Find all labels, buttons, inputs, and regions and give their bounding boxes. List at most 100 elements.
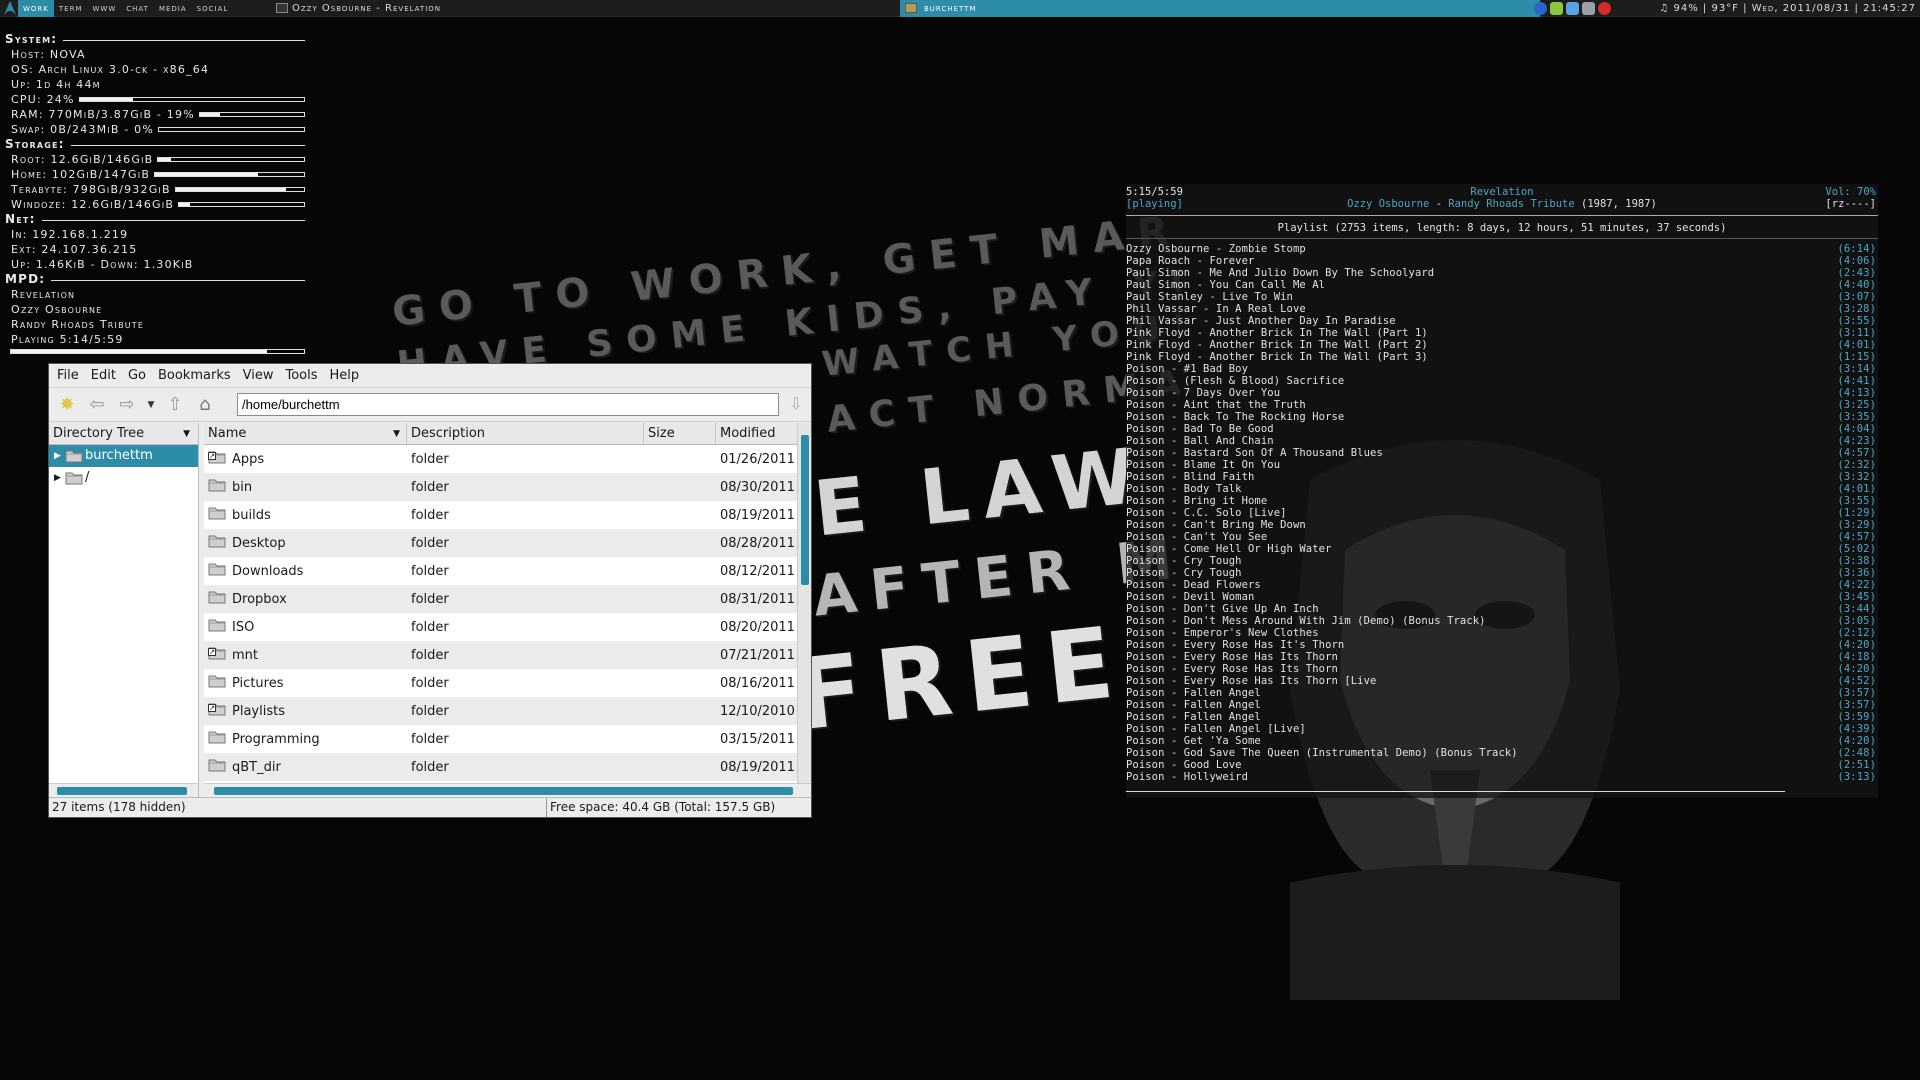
history-dropdown[interactable]: ▼ [145,393,157,417]
playlist-item[interactable]: Poison - Don't Give Up An Inch (3:44) [1126,603,1878,615]
scroll-thumb[interactable] [57,787,187,795]
song-progress-bar[interactable] [1126,791,1785,792]
menu-bookmarks[interactable]: Bookmarks [158,368,231,383]
path-input[interactable] [237,393,779,416]
playlist-item[interactable]: Poison - Dead Flowers (4:22) [1126,579,1878,591]
tree-node[interactable]: ▶ / [49,467,198,489]
pidgin-icon[interactable] [1550,2,1563,15]
workspace-tag-social[interactable]: social [192,0,234,17]
file-row[interactable]: Pictures folder 08/16/2011 : [204,669,797,697]
playlist-item[interactable]: Poison - Don't Mess Around With Jim (Dem… [1126,615,1878,627]
playlist-item[interactable]: Poison - Good Love (2:51) [1126,759,1878,771]
column-header-description[interactable]: Description [407,423,644,444]
playlist-item[interactable]: Poison - Hollyweird (3:13) [1126,771,1878,783]
playlist-item[interactable]: Pink Floyd - Another Brick In The Wall (… [1126,339,1878,351]
playlist-item[interactable]: Paul Simon - Me And Julio Down By The Sc… [1126,267,1878,279]
workspace-tag-term[interactable]: term [54,0,88,17]
forward-button[interactable]: ⇨ [115,393,139,417]
playlist-item[interactable]: Poison - Cry Tough (3:36) [1126,567,1878,579]
playlist-item[interactable]: Phil Vassar - In A Real Love (3:28) [1126,303,1878,315]
playlist-item[interactable]: Poison - Fallen Angel (3:57) [1126,699,1878,711]
playlist-item[interactable]: Poison - (Flesh & Blood) Sacrifice (4:41) [1126,375,1878,387]
file-row[interactable]: qBT_dir folder 08/19/2011 : [204,753,797,781]
playlist-item[interactable]: Poison - Blame It On You (2:32) [1126,459,1878,471]
playlist-item[interactable]: Poison - Body Talk (4:01) [1126,483,1878,495]
column-header-name[interactable]: Name ▼ [204,423,407,444]
updates-icon[interactable] [1582,2,1595,15]
playlist-item[interactable]: Poison - Devil Woman (3:45) [1126,591,1878,603]
dropbox-icon[interactable] [1566,2,1579,15]
arch-logo-icon[interactable] [3,1,17,15]
playlist-item[interactable]: Poison - Get 'Ya Some (4:20) [1126,735,1878,747]
playlist-item[interactable]: Poison - Bastard Son Of A Thousand Blues… [1126,447,1878,459]
file-row[interactable]: Downloads folder 08/12/2011 : [204,557,797,585]
new-tab-button[interactable]: ✸ [55,393,79,417]
opera-icon[interactable] [1598,2,1611,15]
playlist-item[interactable]: Ozzy Osbourne - Zombie Stomp (6:14) [1126,243,1878,255]
file-row[interactable]: Desktop folder 08/28/2011 : [204,529,797,557]
playlist-item[interactable]: Pink Floyd - Another Brick In The Wall (… [1126,327,1878,339]
menu-go[interactable]: Go [128,368,146,383]
playlist-item[interactable]: Poison - 7 Days Over You (4:13) [1126,387,1878,399]
playlist-item[interactable]: Poison - Fallen Angel (3:57) [1126,687,1878,699]
playlist-item[interactable]: Phil Vassar - Just Another Day In Paradi… [1126,315,1878,327]
expander-icon[interactable]: ▶ [54,467,61,489]
horizontal-scrollbar[interactable] [204,783,811,797]
playlist-item[interactable]: Poison - Come Hell Or High Water (5:02) [1126,543,1878,555]
go-button[interactable]: ⇩ [785,394,807,416]
menu-edit[interactable]: Edit [91,368,116,383]
playlist-item[interactable]: Poison - God Save The Queen (Instrumenta… [1126,747,1878,759]
playlist-item[interactable]: Poison - Fallen Angel (3:59) [1126,711,1878,723]
playlist-item[interactable]: Poison - Every Rose Has It's Thorn (4:20) [1126,639,1878,651]
playlist-item[interactable]: Poison - Cry Tough (3:38) [1126,555,1878,567]
tree-node[interactable]: ▶ burchettm [49,445,198,467]
playlist-item[interactable]: Poison - Can't You See (4:57) [1126,531,1878,543]
playlist-item[interactable]: Paul Simon - You Can Call Me Al (4:40) [1126,279,1878,291]
playlist-item[interactable]: Poison - Blind Faith (3:32) [1126,471,1878,483]
file-row[interactable]: ISO folder 08/20/2011 ( [204,613,797,641]
network-icon[interactable] [1534,2,1547,15]
back-button[interactable]: ⇦ [85,393,109,417]
menu-help[interactable]: Help [330,368,360,383]
ncmpcpp-terminal[interactable]: 5:15/5:59 [playing] Revelation Ozzy Osbo… [1126,184,1878,798]
column-header-size[interactable]: Size [644,423,716,444]
playlist-item[interactable]: Pink Floyd - Another Brick In The Wall (… [1126,351,1878,363]
menu-tools[interactable]: Tools [285,368,317,383]
workspace-tag-media[interactable]: media [154,0,192,17]
playlist-item[interactable]: Papa Roach - Forever (4:06) [1126,255,1878,267]
playlist-item[interactable]: Poison - Can't Bring Me Down (3:29) [1126,519,1878,531]
file-row[interactable]: ↗ Apps folder 01/26/2011 : [204,445,797,473]
playlist-item[interactable]: Paul Stanley - Live To Win (3:07) [1126,291,1878,303]
up-button[interactable]: ⇧ [163,393,187,417]
file-row[interactable]: bin folder 08/30/2011 : [204,473,797,501]
tree-scrollbar[interactable] [49,783,198,797]
workspace-tag-work[interactable]: work [18,0,54,17]
playlist-item[interactable]: Poison - Back To The Rocking Horse (3:35) [1126,411,1878,423]
workspace-tag-chat[interactable]: chat [121,0,154,17]
side-pane-selector[interactable]: Directory Tree ▼ [49,423,198,445]
playlist-item[interactable]: Poison - Bring it Home (3:55) [1126,495,1878,507]
playlist-item[interactable]: Poison - Ball And Chain (4:23) [1126,435,1878,447]
menu-view[interactable]: View [243,368,274,383]
playlist-item[interactable]: Poison - Emperor's New Clothes (2:12) [1126,627,1878,639]
file-row[interactable]: Dropbox folder 08/31/2011 : [204,585,797,613]
scroll-thumb[interactable] [801,435,809,585]
playlist-item[interactable]: Poison - Every Rose Has Its Thorn (4:20) [1126,663,1878,675]
vertical-scrollbar[interactable] [797,423,811,783]
workspace-tag-www[interactable]: www [88,0,122,17]
taskbar-item-filemanager[interactable]: burchettm [900,0,1540,17]
file-row[interactable]: ↗ mnt folder 07/21/2011 : [204,641,797,669]
taskbar-item-mpd[interactable]: Ozzy Osbourne - Revelation [274,0,441,17]
playlist-item[interactable]: Poison - #1 Bad Boy (3:14) [1126,363,1878,375]
file-row[interactable]: Programming folder 03/15/2011 : [204,725,797,753]
scroll-thumb[interactable] [214,787,793,795]
playlist-item[interactable]: Poison - Every Rose Has Its Thorn (4:18) [1126,651,1878,663]
menu-file[interactable]: File [57,368,79,383]
file-row[interactable]: ↗ Playlists folder 12/10/2010 : [204,697,797,725]
playlist-item[interactable]: Poison - Bad To Be Good (4:04) [1126,423,1878,435]
home-button[interactable]: ⌂ [193,393,217,417]
file-row[interactable]: builds folder 08/19/2011 : [204,501,797,529]
playlist-item[interactable]: Poison - Every Rose Has Its Thorn [Live (… [1126,675,1878,687]
expander-icon[interactable]: ▶ [54,445,61,467]
playlist-item[interactable]: Poison - Aint that the Truth (3:25) [1126,399,1878,411]
